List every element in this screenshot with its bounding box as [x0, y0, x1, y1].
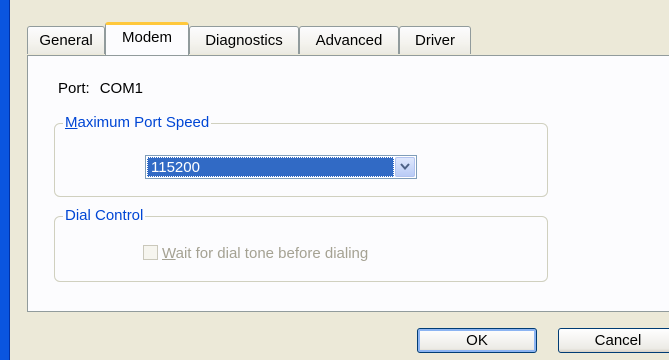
- max-port-speed-group: Maximum Port Speed 115200: [54, 114, 548, 197]
- max-port-speed-legend: Maximum Port Speed: [63, 114, 212, 131]
- cancel-button[interactable]: Cancel: [558, 328, 669, 353]
- tab-driver[interactable]: Driver: [399, 26, 471, 54]
- checkbox-box[interactable]: [143, 245, 158, 260]
- port-value: COM1: [99, 80, 144, 97]
- tab-strip: General Modem Diagnostics Advanced Drive…: [27, 22, 667, 58]
- port-label: Port:: [58, 80, 90, 97]
- dial-control-group: Dial Control Wait for dial tone before d…: [54, 207, 548, 282]
- dial-control-legend: Dial Control: [63, 207, 146, 224]
- tab-advanced[interactable]: Advanced: [299, 26, 399, 54]
- tab-panel-modem: Port: COM1 Maximum Port Speed 115200 Dial…: [27, 55, 669, 312]
- wait-dial-tone-label: Wait for dial tone before dialing: [162, 245, 369, 262]
- max-port-speed-value: 115200: [147, 157, 394, 177]
- window-frame-left: [0, 0, 10, 360]
- port-row: Port: COM1: [58, 80, 143, 97]
- chevron-down-icon[interactable]: [395, 157, 415, 177]
- modem-properties-dialog: General Modem Diagnostics Advanced Drive…: [10, 0, 669, 360]
- tab-diagnostics[interactable]: Diagnostics: [189, 26, 299, 54]
- wait-dial-tone-checkbox[interactable]: Wait for dial tone before dialing: [143, 245, 368, 262]
- ok-button[interactable]: OK: [417, 328, 537, 353]
- tab-general[interactable]: General: [27, 26, 105, 54]
- tab-modem[interactable]: Modem: [105, 22, 189, 55]
- max-port-speed-select[interactable]: 115200: [145, 155, 417, 179]
